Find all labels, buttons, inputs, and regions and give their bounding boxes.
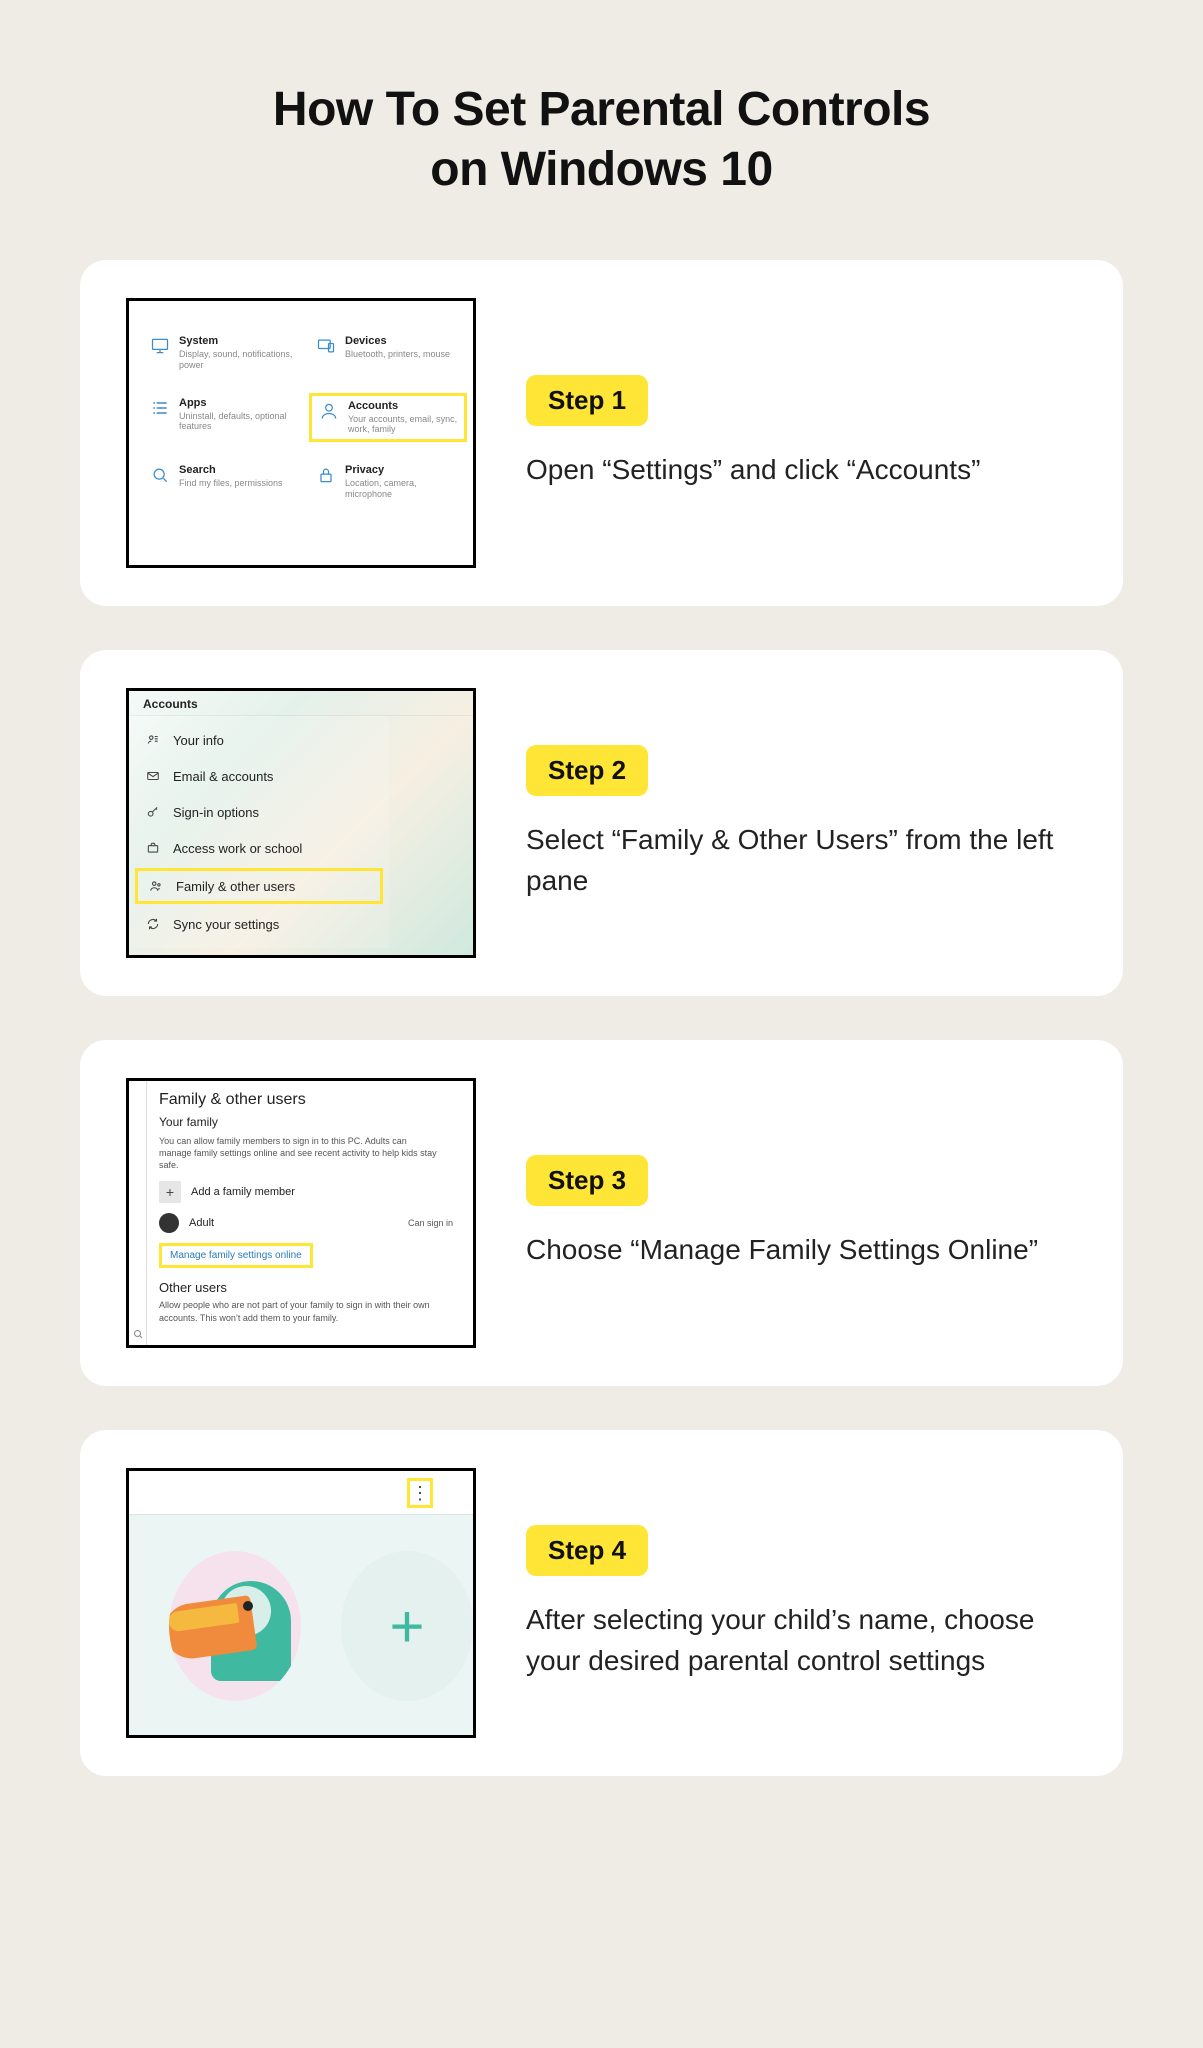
member-role-label: Adult bbox=[189, 1217, 214, 1229]
tile-sub: Location, camera, microphone bbox=[345, 478, 461, 500]
sidebar-item-label: Your info bbox=[173, 733, 224, 748]
step-text: Choose “Manage Family Settings Online” bbox=[526, 1230, 1071, 1271]
sidebar-item-email[interactable]: Email & accounts bbox=[129, 758, 389, 794]
tile-label: Search bbox=[179, 464, 283, 476]
mail-icon bbox=[145, 768, 161, 784]
person-icon bbox=[318, 400, 340, 422]
apps-list-icon bbox=[149, 397, 171, 419]
step-badge: Step 4 bbox=[526, 1525, 648, 1576]
family-member-row[interactable]: Adult Can sign in bbox=[159, 1213, 461, 1233]
tile-sub: Bluetooth, printers, mouse bbox=[345, 349, 450, 360]
sidebar-item-your-info[interactable]: Your info bbox=[129, 722, 389, 758]
pane-subheading: Your family bbox=[159, 1115, 461, 1129]
briefcase-icon bbox=[145, 840, 161, 856]
child-profile-card[interactable] bbox=[169, 1551, 301, 1701]
sidebar-item-signin[interactable]: Sign-in options bbox=[129, 794, 389, 830]
family-safety-toolbar: ⋮ bbox=[129, 1471, 473, 1515]
toucan-eye bbox=[243, 1601, 253, 1611]
accounts-sidebar: Your info Email & accounts Sign-in optio… bbox=[129, 716, 389, 948]
add-member-card[interactable]: + bbox=[341, 1551, 473, 1701]
search-icon bbox=[149, 464, 171, 486]
tile-sub: Display, sound, notifications, power bbox=[179, 349, 295, 371]
tile-sub: Uninstall, defaults, optional features bbox=[179, 411, 295, 433]
step-badge: Step 1 bbox=[526, 375, 648, 426]
monitor-icon bbox=[149, 335, 171, 357]
settings-tile-search[interactable]: Search Find my files, permissions bbox=[143, 460, 301, 504]
title-line-2: on Windows 10 bbox=[430, 143, 772, 196]
pane-heading: Family & other users bbox=[159, 1091, 461, 1109]
step-text: Open “Settings” and click “Accounts” bbox=[526, 450, 1071, 491]
step-card-4: ⋮ + Step 4 After selecting your child’s … bbox=[80, 1430, 1123, 1776]
step-text: Select “Family & Other Users” from the l… bbox=[526, 820, 1071, 901]
sidebar-item-label: Sign-in options bbox=[173, 805, 259, 820]
avatar-icon bbox=[159, 1213, 179, 1233]
settings-tile-accounts[interactable]: Accounts Your accounts, email, sync, wor… bbox=[309, 393, 467, 443]
key-icon bbox=[145, 804, 161, 820]
step-card-3: Family & other users Your family You can… bbox=[80, 1040, 1123, 1386]
family-icon bbox=[148, 878, 164, 894]
step-text: After selecting your child’s name, choos… bbox=[526, 1600, 1071, 1681]
tile-label: Apps bbox=[179, 397, 295, 409]
settings-tile-devices[interactable]: Devices Bluetooth, printers, mouse bbox=[309, 331, 467, 375]
screenshot-step-4: ⋮ + bbox=[126, 1468, 476, 1738]
step-card-1: System Display, sound, notifications, po… bbox=[80, 260, 1123, 606]
sidebar-item-family[interactable]: Family & other users bbox=[135, 868, 383, 904]
settings-tile-privacy[interactable]: Privacy Location, camera, microphone bbox=[309, 460, 467, 504]
settings-tile-apps[interactable]: Apps Uninstall, defaults, optional featu… bbox=[143, 393, 301, 443]
member-status: Can sign in bbox=[408, 1218, 453, 1228]
more-options-button[interactable]: ⋮ bbox=[407, 1478, 433, 1508]
plus-icon: + bbox=[389, 1592, 424, 1661]
devices-icon bbox=[315, 335, 337, 357]
manage-family-settings-link[interactable]: Manage family settings online bbox=[159, 1243, 313, 1268]
screenshot-step-3: Family & other users Your family You can… bbox=[126, 1078, 476, 1348]
sidebar-item-label: Sync your settings bbox=[173, 917, 279, 932]
sidebar-item-label: Access work or school bbox=[173, 841, 302, 856]
screenshot-step-2: Accounts Your info Email & accounts Sign… bbox=[126, 688, 476, 958]
tile-label: Privacy bbox=[345, 464, 461, 476]
pane-intro-text: You can allow family members to sign in … bbox=[159, 1135, 439, 1171]
screenshot-step-1: System Display, sound, notifications, po… bbox=[126, 298, 476, 568]
sidebar-item-work-school[interactable]: Access work or school bbox=[129, 830, 389, 866]
search-icon[interactable] bbox=[132, 1327, 144, 1339]
add-family-label: Add a family member bbox=[191, 1186, 295, 1198]
tile-label: Devices bbox=[345, 335, 450, 347]
step-badge: Step 2 bbox=[526, 745, 648, 796]
other-users-heading: Other users bbox=[159, 1280, 461, 1295]
add-family-member-button[interactable]: + Add a family member bbox=[159, 1181, 461, 1203]
tile-label: System bbox=[179, 335, 295, 347]
plus-icon: + bbox=[159, 1181, 181, 1203]
page-title: How To Set Parental Controls on Windows … bbox=[80, 80, 1123, 200]
title-line-1: How To Set Parental Controls bbox=[273, 83, 930, 136]
sync-icon bbox=[145, 916, 161, 932]
other-users-text: Allow people who are not part of your fa… bbox=[159, 1299, 439, 1323]
sidebar-item-label: Email & accounts bbox=[173, 769, 273, 784]
badge-icon bbox=[145, 732, 161, 748]
window-header: Accounts bbox=[129, 691, 473, 716]
tile-sub: Your accounts, email, sync, work, family bbox=[348, 414, 458, 436]
tile-sub: Find my files, permissions bbox=[179, 478, 283, 489]
settings-tile-system[interactable]: System Display, sound, notifications, po… bbox=[143, 331, 301, 375]
lock-icon bbox=[315, 464, 337, 486]
sidebar-item-label: Family & other users bbox=[176, 879, 295, 894]
sidebar-item-sync[interactable]: Sync your settings bbox=[129, 906, 389, 942]
step-badge: Step 3 bbox=[526, 1155, 648, 1206]
step-card-2: Accounts Your info Email & accounts Sign… bbox=[80, 650, 1123, 996]
tile-label: Accounts bbox=[348, 400, 458, 412]
